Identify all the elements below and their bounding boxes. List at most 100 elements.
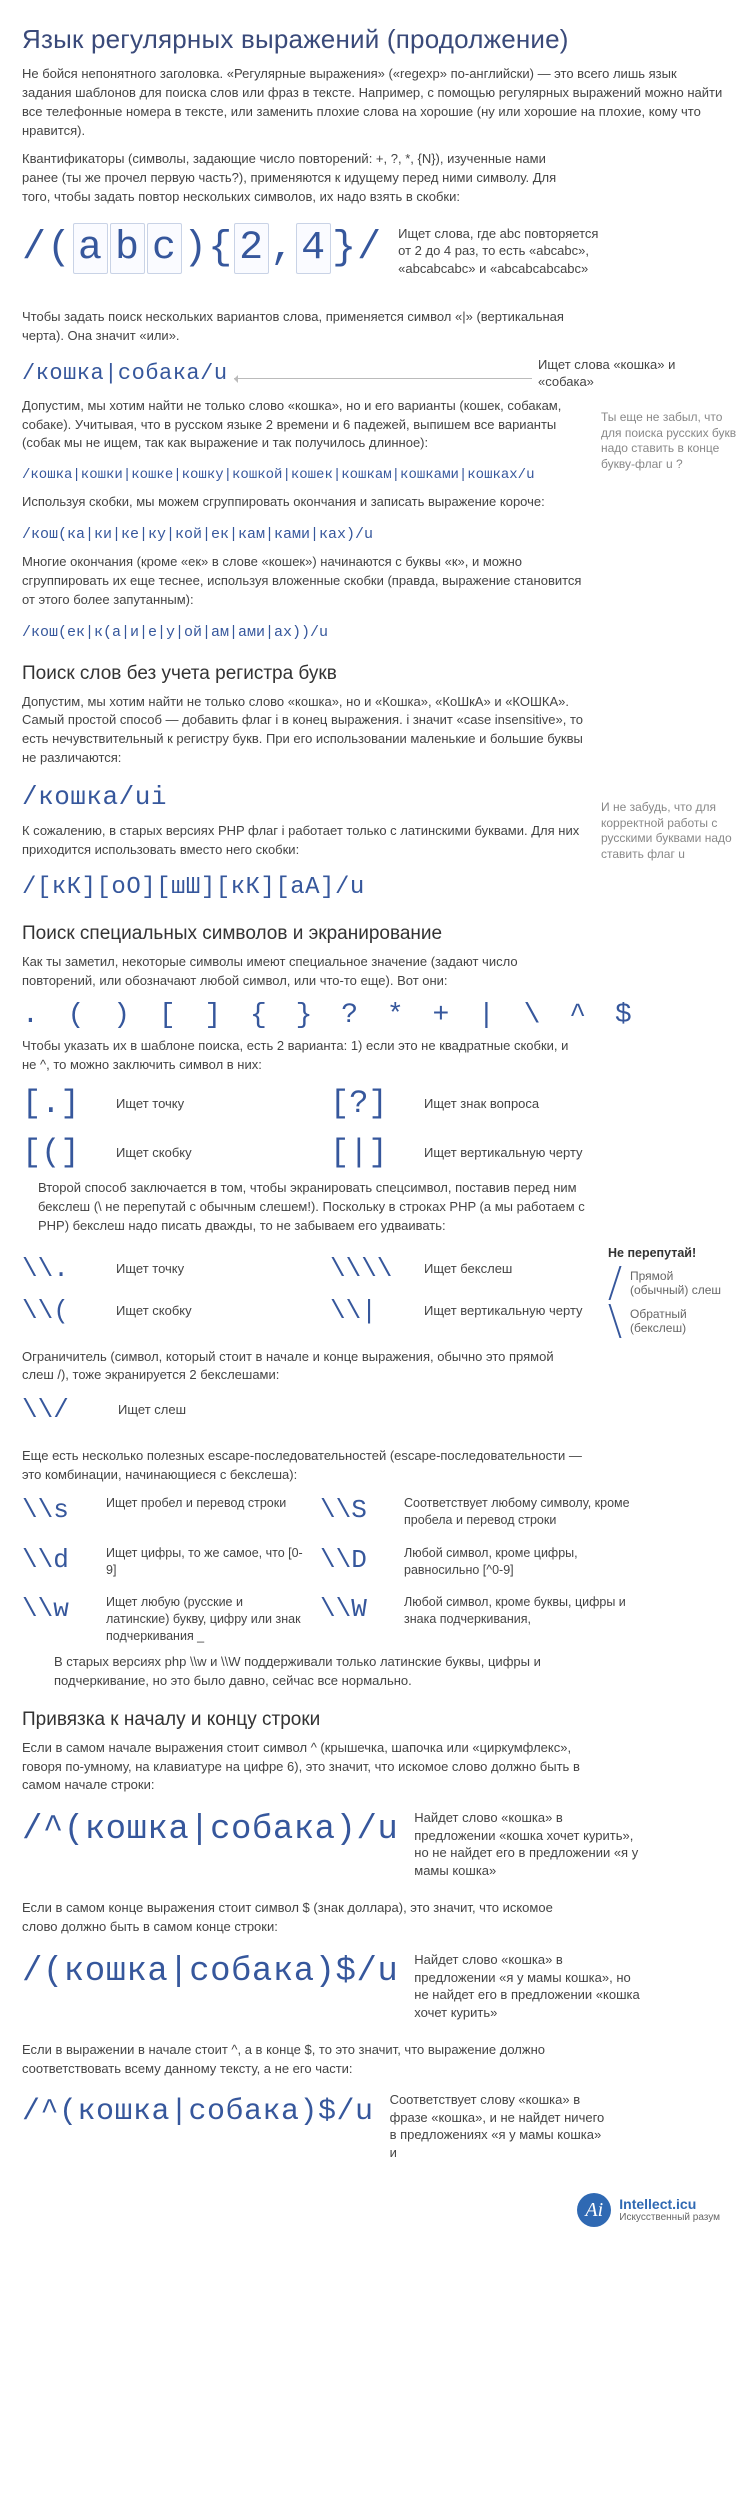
example-abc-row: /(abc){2,4}/ Ищет слова, где abc повторя…	[22, 217, 728, 284]
regex-dollar-explain: Найдет слово «кошка» в предложении «я у …	[414, 1951, 644, 2021]
regex-dollar: /(кошка|собака)$/u	[22, 1953, 398, 1991]
paragraph-two-ways: Чтобы указать их в шаблоне поиска, есть …	[22, 1037, 582, 1075]
regex-caret: /^(кошка|собака)/u	[22, 1811, 398, 1849]
special-symbols-line: . ( ) [ ] { } ? * + | \ ^ $	[22, 1000, 728, 1031]
regex-abc-explain: Ищет слова, где abc повторяется от 2 до …	[398, 225, 608, 278]
slash-legend: Не перепутай! Прямой (обычный) слеш Обра…	[608, 1246, 728, 1342]
side-note-i: И не забудь, что для корректной работы с…	[601, 800, 746, 862]
heading-case: Поиск слов без учета регистра букв	[22, 663, 728, 685]
logo-badge-icon: Ai	[577, 2193, 611, 2227]
lbl-esc-slash: Ищет слеш	[118, 1401, 322, 1419]
escape-row: \\. Ищет точку \\\\ Ищет бекслеш \\( Ище…	[22, 1246, 728, 1342]
sym-seq-s: \\s	[22, 1495, 92, 1525]
heading-escape: Поиск специальных символов и экранирован…	[22, 923, 728, 945]
regex-letter: 2	[234, 223, 269, 274]
footer: Ai Intellect.icu Искусственный разум	[22, 2171, 728, 2231]
regex-letter: c	[147, 223, 182, 274]
sym-esc-vbar: \\|	[330, 1296, 410, 1326]
paragraph-variants: Допустим, мы хотим найти не только слово…	[22, 397, 582, 454]
regex-group: /кош(ка|ки|ке|ку|кой|ек|кам|ками|ках)/u	[22, 526, 373, 543]
paragraph-old-wW: В старых версиях php \\w и \\W поддержив…	[54, 1653, 614, 1691]
side-note-u: Ты еще не забыл, что для поиска русских …	[601, 410, 746, 472]
sym-esc-paren: \\(	[22, 1296, 102, 1326]
sym-seq-D: \\D	[320, 1545, 390, 1575]
lbl-seq-s: Ищет пробел и перевод строки	[106, 1495, 306, 1512]
regex-or-explain: Ищет слова «кошка» и «собака»	[538, 356, 728, 391]
sequences-table: \\s Ищет пробел и перевод строки \\S Соо…	[22, 1495, 632, 1645]
forward-slash-icon	[608, 1266, 622, 1300]
regex-or-row: /кошка|собака/u Ищет слова «кошка» и «со…	[22, 356, 728, 391]
sym-bracket-dot: [.]	[22, 1085, 102, 1122]
paragraph-delim: Ограничитель (символ, который стоит в на…	[22, 1348, 582, 1386]
lbl-seq-S: Соответствует любому символу, кроме проб…	[404, 1495, 632, 1529]
regex-text: /(	[22, 226, 72, 271]
logo-text: Intellect.icu	[619, 2197, 720, 2212]
paragraph-case: Допустим, мы хотим найти не только слово…	[22, 693, 592, 768]
site-logo: Ai Intellect.icu Искусственный разум	[577, 2193, 720, 2227]
paragraph-backslash: Второй способ заключается в том, чтобы э…	[38, 1179, 598, 1236]
lbl-esc-bs: Ищет бекслеш	[424, 1260, 592, 1278]
paragraph-nested: Многие окончания (кроме «ек» в слове «ко…	[22, 553, 582, 610]
heading-anchor: Привязка к началу и концу строки	[22, 1709, 728, 1731]
warn-forward: Прямой (обычный) слеш	[630, 1269, 728, 1297]
regex-nested: /кош(ек|к(а|и|е|у|ой|ам|ами|ах))/u	[22, 624, 328, 641]
intro-paragraph-1: Не бойся непонятного заголовка. «Регуляр…	[22, 65, 728, 140]
sym-bracket-paren: [(]	[22, 1134, 102, 1171]
lbl-seq-D: Любой символ, кроме цифры, равносильно […	[404, 1545, 632, 1579]
regex-abc: /(abc){2,4}/	[22, 223, 382, 274]
sym-bracket-vbar: [|]	[330, 1134, 410, 1171]
regex-oldphp: /[кК][оО][шШ][кК][аА]/u	[22, 874, 365, 901]
lbl-seq-W: Любой символ, кроме буквы, цифры и знака…	[404, 1594, 632, 1628]
arrow-icon	[234, 378, 532, 379]
regex-text: ){	[183, 226, 233, 271]
sym-seq-d: \\d	[22, 1545, 92, 1575]
sym-seq-S: \\S	[320, 1495, 390, 1525]
paragraph-caret: Если в самом начале выражения стоит симв…	[22, 1739, 582, 1796]
paragraph-both: Если в выражении в начале стоит ^, а в к…	[22, 2041, 582, 2079]
regex-dollar-row: /(кошка|собака)$/u Найдет слово «кошка» …	[22, 1947, 728, 2021]
regex-or: /кошка|собака/u	[22, 361, 228, 386]
regex-caret-explain: Найдет слово «кошка» в предложении «кошк…	[414, 1809, 644, 1879]
page-title: Язык регулярных выражений (продолжение)	[22, 24, 728, 55]
bracket-table: [.] Ищет точку [?] Ищет знак вопроса [(]…	[22, 1085, 728, 1171]
lbl-seq-w: Ищет любую (русские и латинские) букву, …	[106, 1594, 306, 1645]
lbl-bracket-q: Ищет знак вопроса	[424, 1095, 728, 1113]
sym-esc-slash: \\/	[22, 1395, 102, 1425]
lbl-bracket-dot: Ищет точку	[116, 1095, 316, 1113]
regex-letter: a	[73, 223, 108, 274]
warn-title: Не перепутай!	[608, 1246, 728, 1260]
regex-variants: /кошка|кошки|кошке|кошку|кошкой|кошек|ко…	[22, 467, 534, 483]
regex-i: /кошка/ui	[22, 782, 167, 812]
sym-bracket-q: [?]	[330, 1085, 410, 1122]
lbl-esc-paren: Ищет скобку	[116, 1302, 316, 1320]
regex-both: /^(кошка|собака)$/u	[22, 2095, 374, 2129]
intro-paragraph-2: Квантификаторы (символы, задающие число …	[22, 150, 582, 207]
warn-back: Обратный (бекслеш)	[630, 1307, 728, 1335]
sym-seq-W: \\W	[320, 1594, 390, 1624]
lbl-seq-d: Ищет цифры, то же самое, что [0-9]	[106, 1545, 306, 1579]
regex-letter: b	[110, 223, 145, 274]
slash-escape-row: \\/ Ищет слеш	[22, 1395, 322, 1425]
logo-subtitle: Искусственный разум	[619, 2212, 720, 2223]
paragraph-group: Используя скобки, мы можем сгруппировать…	[22, 493, 582, 512]
regex-both-explain: Соответствует слову «кошка» в фразе «кош…	[390, 2091, 610, 2161]
paragraph-or: Чтобы задать поиск нескольких вариантов …	[22, 308, 582, 346]
escape-table: \\. Ищет точку \\\\ Ищет бекслеш \\( Ище…	[22, 1254, 592, 1326]
sym-esc-bs: \\\\	[330, 1254, 410, 1284]
regex-text: }/	[332, 226, 382, 271]
regex-both-row: /^(кошка|собака)$/u Соответствует слову …	[22, 2089, 728, 2161]
lbl-bracket-vbar: Ищет вертикальную черту	[424, 1144, 728, 1162]
regex-text: ,	[270, 226, 295, 271]
lbl-esc-vbar: Ищет вертикальную черту	[424, 1302, 592, 1320]
paragraph-oldphp: К сожалению, в старых версиях PHP флаг i…	[22, 822, 582, 860]
sym-esc-dot: \\.	[22, 1254, 102, 1284]
lbl-bracket-paren: Ищет скобку	[116, 1144, 316, 1162]
paragraph-special: Как ты заметил, некоторые символы имеют …	[22, 953, 582, 991]
regex-caret-row: /^(кошка|собака)/u Найдет слово «кошка» …	[22, 1805, 728, 1879]
paragraph-dollar: Если в самом конце выражения стоит симво…	[22, 1899, 582, 1937]
paragraph-escape-seq: Еще есть несколько полезных escape-после…	[22, 1447, 582, 1485]
back-slash-icon	[608, 1304, 622, 1338]
regex-letter: 4	[296, 223, 331, 274]
document-page: Язык регулярных выражений (продолжение) …	[0, 0, 750, 2271]
sym-seq-w: \\w	[22, 1594, 92, 1624]
